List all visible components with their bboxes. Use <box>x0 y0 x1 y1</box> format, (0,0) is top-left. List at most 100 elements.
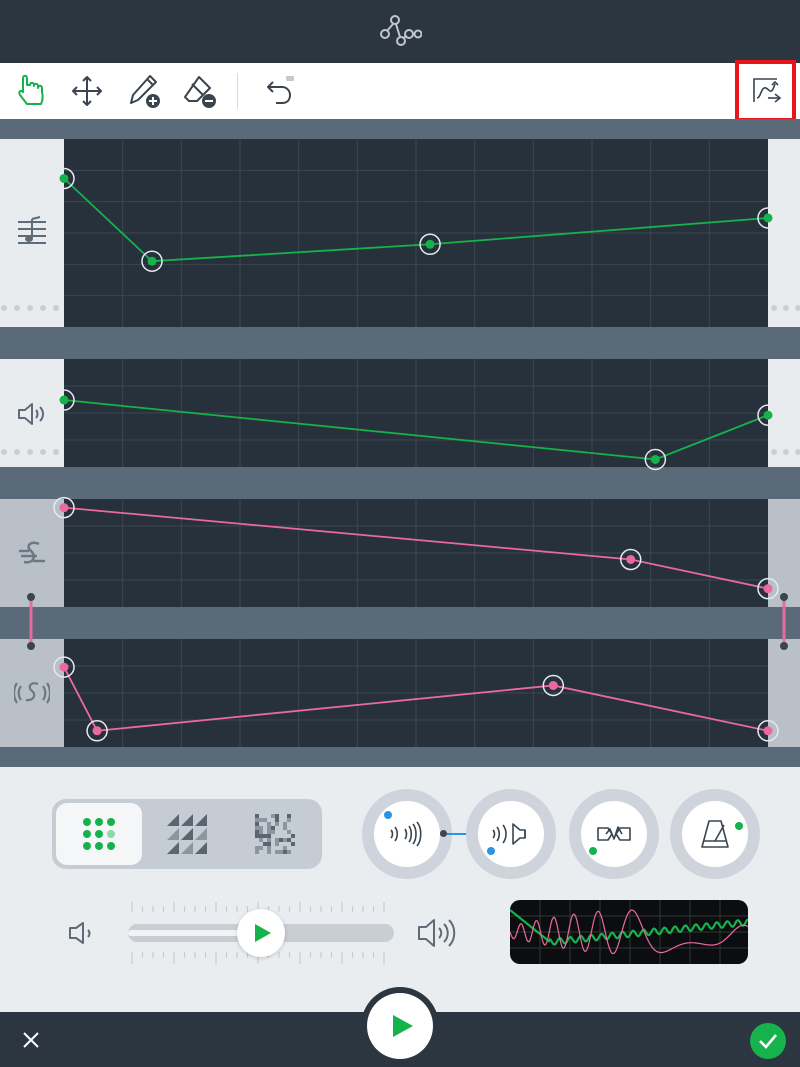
noise-cell <box>271 814 275 818</box>
noise-cell <box>283 826 287 830</box>
undo-button[interactable] <box>257 71 297 111</box>
noise-cell <box>279 838 283 842</box>
lane-dot <box>27 305 33 311</box>
toolbar-divider <box>237 73 238 109</box>
lane-dot <box>795 449 800 455</box>
pointer-tool[interactable] <box>12 71 52 111</box>
curve-mode-button[interactable] <box>735 60 796 122</box>
distortion-knob[interactable] <box>569 789 659 879</box>
noise-cell <box>255 830 259 834</box>
lane-grid-lines <box>64 639 768 747</box>
triangle-pattern-icon <box>167 814 207 854</box>
noise-cell <box>291 834 295 838</box>
noise-cell <box>275 822 279 826</box>
dot-grid-icon <box>83 818 115 850</box>
noise-cell <box>275 818 279 822</box>
noise-cell <box>255 814 259 818</box>
noise-cell <box>283 822 287 826</box>
knob-link-dot <box>440 830 447 837</box>
automation-curves <box>1 139 800 747</box>
curve-point[interactable] <box>53 167 75 190</box>
knob-indicator <box>384 811 392 819</box>
play-button[interactable] <box>367 993 433 1059</box>
move-tool[interactable] <box>67 71 107 111</box>
noise-cell <box>275 850 279 854</box>
noise-pattern-icon <box>255 814 295 854</box>
lane-dot <box>14 449 20 455</box>
confirm-button[interactable] <box>750 1023 786 1059</box>
lane-link-dot <box>780 593 788 601</box>
pencil-add-icon <box>130 75 160 108</box>
undo-icon <box>267 76 294 104</box>
speaker-echo-knob[interactable] <box>466 789 556 879</box>
knob-indicator <box>735 822 743 830</box>
lane-dot <box>27 449 33 455</box>
waveform-graph <box>510 900 748 964</box>
reverb-knob[interactable] <box>362 789 452 879</box>
reverb-waves-icon <box>390 821 422 847</box>
noise-cell <box>283 838 287 842</box>
curve-point[interactable] <box>757 720 779 742</box>
lane-dot <box>14 305 20 311</box>
lane-link-dot <box>27 642 35 650</box>
noise-cell <box>263 834 267 838</box>
noise-cell <box>259 846 263 850</box>
noise-cell <box>287 830 291 834</box>
lane-dot <box>40 305 46 311</box>
noise-cell <box>259 838 263 842</box>
lane-grid-lines <box>64 499 768 607</box>
noise-cell <box>275 842 279 846</box>
noise-cell <box>267 842 271 846</box>
noise-cell <box>267 834 271 838</box>
knob-indicator <box>589 847 597 855</box>
curve-point[interactable] <box>53 656 75 678</box>
noise-cell <box>255 834 259 838</box>
close-icon[interactable] <box>22 1031 40 1049</box>
triangle-pattern-mode[interactable] <box>144 803 230 865</box>
toolbar <box>0 60 800 122</box>
add-point-tool[interactable] <box>124 71 164 111</box>
noise-cell <box>255 818 259 822</box>
lane-dot <box>771 449 777 455</box>
eraser-remove-icon <box>184 76 216 108</box>
curve-point[interactable] <box>757 577 779 600</box>
noise-cell <box>267 822 271 826</box>
noise-cell <box>255 850 259 854</box>
waveform-preview[interactable] <box>510 900 748 964</box>
noise-cell <box>287 818 291 822</box>
lane-dot <box>40 449 46 455</box>
lane-dot <box>795 305 800 311</box>
move-arrows-icon <box>72 76 102 106</box>
noise-cell <box>255 826 259 830</box>
curve-point[interactable] <box>757 404 779 426</box>
distortion-icon <box>597 826 631 841</box>
noise-cell <box>263 818 267 822</box>
lane-link-dot <box>27 593 35 601</box>
volume-low-icon <box>69 922 91 944</box>
lane-dot <box>783 449 789 455</box>
noise-cell <box>271 830 275 834</box>
curve-mode-icon <box>753 78 782 103</box>
play-icon <box>393 1015 413 1037</box>
noise-cell <box>255 822 259 826</box>
noise-pattern-mode[interactable] <box>232 803 318 865</box>
play-icon <box>255 924 271 942</box>
lane-dot <box>53 449 59 455</box>
noise-cell <box>255 846 259 850</box>
dot-grid-mode[interactable] <box>56 803 142 865</box>
erase-point-tool[interactable] <box>180 71 220 111</box>
lane-dot <box>1 449 7 455</box>
lane-grid-lines <box>64 139 768 327</box>
noise-cell <box>267 838 271 842</box>
metronome-knob[interactable] <box>670 789 760 879</box>
volume-slider-thumb[interactable] <box>237 909 285 957</box>
noise-cell <box>267 850 271 854</box>
noise-cell <box>283 850 287 854</box>
noise-cell <box>279 850 283 854</box>
lane-dot <box>771 305 777 311</box>
curve-nodes-icon <box>380 15 422 46</box>
noise-cell <box>287 838 291 842</box>
noise-cell <box>271 826 275 830</box>
noise-cell <box>263 842 267 846</box>
top-bar <box>0 0 800 63</box>
